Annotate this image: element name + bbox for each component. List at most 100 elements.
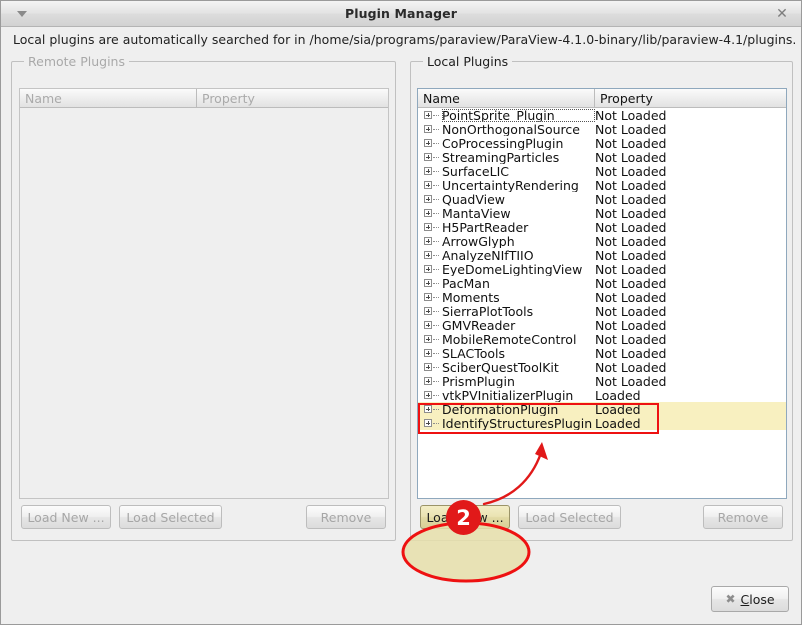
- expand-plus-icon[interactable]: [418, 108, 442, 122]
- expand-plus-icon[interactable]: [418, 388, 442, 402]
- local-column-property[interactable]: Property: [595, 89, 786, 107]
- table-row[interactable]: EyeDomeLightingView Not Loaded: [418, 262, 786, 276]
- plugin-name-cell: vtkPVInitializerPlugin: [442, 388, 574, 402]
- plugin-status-cell: Not Loaded: [595, 191, 667, 207]
- remote-plugins-title: Remote Plugins: [24, 55, 129, 68]
- expand-plus-icon[interactable]: [418, 318, 442, 332]
- plugin-status-cell: Not Loaded: [595, 317, 667, 333]
- expand-plus-icon[interactable]: [418, 248, 442, 262]
- expand-plus-icon[interactable]: [418, 150, 442, 164]
- expand-plus-icon[interactable]: [418, 234, 442, 248]
- plugin-status-cell: Loaded: [595, 401, 641, 417]
- plugin-name-cell: AnalyzeNIfTIIO: [442, 248, 534, 262]
- table-row[interactable]: Moments Not Loaded: [418, 290, 786, 304]
- remote-remove-button[interactable]: Remove: [306, 505, 386, 529]
- table-row[interactable]: GMVReader Not Loaded: [418, 318, 786, 332]
- remote-button-row: Load New ... Load Selected Remove: [19, 505, 388, 531]
- local-tree-body: PointSprite_Plugin Not Loaded NonOrthogona…: [418, 108, 786, 498]
- table-row[interactable]: H5PartReader Not Loaded: [418, 220, 786, 234]
- plugin-status-cell: Loaded: [595, 415, 641, 431]
- plugin-name-cell: PrismPlugin: [442, 374, 515, 388]
- window-title: Plugin Manager: [344, 6, 458, 21]
- expand-plus-icon[interactable]: [418, 304, 442, 318]
- expand-plus-icon[interactable]: [418, 164, 442, 178]
- table-row[interactable]: SLACTools Not Loaded: [418, 346, 786, 360]
- table-row[interactable]: SierraPlotTools Not Loaded: [418, 304, 786, 318]
- plugin-status-cell: Not Loaded: [595, 373, 667, 389]
- plugin-manager-window: Plugin Manager ✕ Local plugins are autom…: [0, 0, 802, 625]
- table-row[interactable]: CoProcessingPlugin Not Loaded: [418, 136, 786, 150]
- table-row[interactable]: StreamingParticles Not Loaded: [418, 150, 786, 164]
- expand-plus-icon[interactable]: [418, 332, 442, 346]
- plugin-status-cell: Loaded: [595, 387, 641, 403]
- local-load-new-button[interactable]: Load New ...: [420, 505, 510, 529]
- plugin-status-cell: Not Loaded: [595, 233, 667, 249]
- expand-plus-icon[interactable]: [418, 206, 442, 220]
- plugin-status-cell: Not Loaded: [595, 345, 667, 361]
- plugin-name-cell: DeformationPlugin: [442, 402, 559, 416]
- local-column-name[interactable]: Name: [418, 89, 595, 107]
- plugin-status-cell: Not Loaded: [595, 247, 667, 263]
- close-button[interactable]: ✖ Close: [711, 586, 789, 612]
- plugin-status-cell: Not Loaded: [595, 163, 667, 179]
- expand-plus-icon[interactable]: [418, 276, 442, 290]
- close-x-icon: ✖: [725, 592, 736, 606]
- table-row[interactable]: SciberQuestToolKit Not Loaded: [418, 360, 786, 374]
- table-row[interactable]: ArrowGlyph Not Loaded: [418, 234, 786, 248]
- table-row[interactable]: PointSprite_Plugin Not Loaded: [418, 108, 786, 122]
- plugin-name-cell: PacMan: [442, 276, 490, 290]
- remote-plugins-tree[interactable]: Name Property: [19, 88, 389, 499]
- table-row[interactable]: NonOrthogonalSource Not Loaded: [418, 122, 786, 136]
- remote-column-name[interactable]: Name: [20, 89, 197, 107]
- table-row[interactable]: SurfaceLIC Not Loaded: [418, 164, 786, 178]
- expand-plus-icon[interactable]: [418, 360, 442, 374]
- plugin-status-cell: Not Loaded: [595, 359, 667, 375]
- table-row[interactable]: PacMan Not Loaded: [418, 276, 786, 290]
- plugin-name-cell: ArrowGlyph: [442, 234, 515, 248]
- expand-plus-icon[interactable]: [418, 220, 442, 234]
- table-row[interactable]: PrismPlugin Not Loaded: [418, 374, 786, 388]
- remote-tree-body: [20, 108, 388, 498]
- plugin-name-cell: SurfaceLIC: [442, 164, 509, 178]
- plugin-name-cell: SciberQuestToolKit: [442, 360, 559, 374]
- expand-plus-icon[interactable]: [418, 402, 442, 416]
- expand-plus-icon[interactable]: [418, 262, 442, 276]
- plugin-name-cell: UncertaintyRendering: [442, 178, 579, 192]
- expand-plus-icon[interactable]: [418, 290, 442, 304]
- expand-plus-icon[interactable]: [418, 136, 442, 150]
- expand-plus-icon[interactable]: [418, 178, 442, 192]
- plugin-name-cell: Moments: [442, 290, 500, 304]
- plugin-path-description: Local plugins are automatically searched…: [13, 32, 797, 47]
- table-row[interactable]: MobileRemoteControl Not Loaded: [418, 332, 786, 346]
- plugin-name-cell: PointSprite_Plugin: [442, 108, 595, 122]
- plugin-status-cell: Not Loaded: [595, 289, 667, 305]
- remote-load-new-button[interactable]: Load New ...: [21, 505, 111, 529]
- table-row[interactable]: QuadView Not Loaded: [418, 192, 786, 206]
- expand-plus-icon[interactable]: [418, 122, 442, 136]
- expand-plus-icon[interactable]: [418, 374, 442, 388]
- plugin-status-cell: Not Loaded: [595, 135, 667, 151]
- table-row[interactable]: UncertaintyRendering Not Loaded: [418, 178, 786, 192]
- plugin-status-cell: Not Loaded: [595, 205, 667, 221]
- expand-plus-icon[interactable]: [418, 192, 442, 206]
- table-row[interactable]: IdentifyStructuresPlugin Loaded: [418, 416, 786, 430]
- expand-plus-icon[interactable]: [418, 416, 442, 430]
- table-row[interactable]: DeformationPlugin Loaded: [418, 402, 786, 416]
- plugin-name-cell: MobileRemoteControl: [442, 332, 577, 346]
- remote-load-selected-button[interactable]: Load Selected: [119, 505, 222, 529]
- plugin-status-cell: Not Loaded: [595, 177, 667, 193]
- close-button-label: Close: [740, 591, 775, 607]
- table-row[interactable]: vtkPVInitializerPlugin Loaded: [418, 388, 786, 402]
- remote-column-property[interactable]: Property: [197, 89, 388, 107]
- table-row[interactable]: MantaView Not Loaded: [418, 206, 786, 220]
- local-load-selected-button[interactable]: Load Selected: [518, 505, 621, 529]
- local-plugins-tree[interactable]: Name Property PointSprite_Plugin Not Load…: [417, 88, 787, 499]
- plugin-name-cell: NonOrthogonalSource: [442, 122, 580, 136]
- table-row[interactable]: AnalyzeNIfTIIO Not Loaded: [418, 248, 786, 262]
- window-close-icon[interactable]: ✕: [769, 4, 795, 23]
- plugin-status-cell: Not Loaded: [595, 303, 667, 319]
- plugin-name-cell: IdentifyStructuresPlugin: [442, 416, 593, 430]
- plugin-name-cell: CoProcessingPlugin: [442, 136, 564, 150]
- expand-plus-icon[interactable]: [418, 346, 442, 360]
- local-remove-button[interactable]: Remove: [703, 505, 783, 529]
